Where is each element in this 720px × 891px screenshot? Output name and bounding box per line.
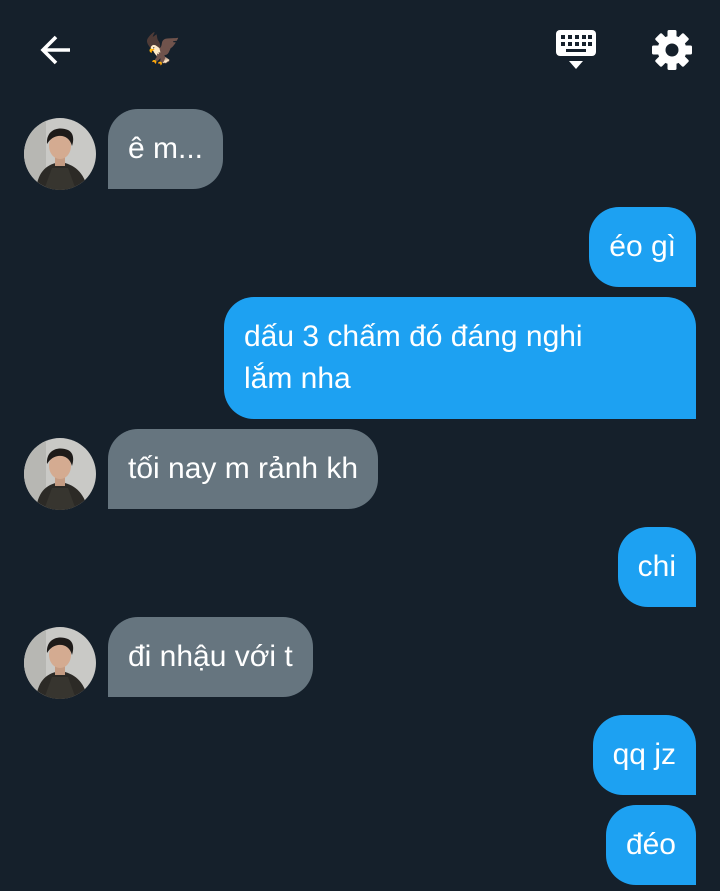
outgoing-message[interactable]: đéo	[605, 805, 696, 885]
incoming-message[interactable]: đi nhậu với t	[108, 617, 313, 697]
outgoing-message[interactable]: qq jz	[592, 715, 696, 795]
keyboard-shortcuts-button[interactable]	[552, 26, 600, 78]
outgoing-message[interactable]: éo gì	[589, 207, 696, 287]
avatar[interactable]	[24, 118, 96, 190]
keyboard-icon	[556, 30, 596, 69]
gear-icon	[652, 30, 692, 70]
incoming-message[interactable]: tối nay m rảnh kh	[108, 429, 379, 509]
incoming-message[interactable]: ê m...	[108, 109, 224, 189]
avatar[interactable]	[24, 438, 96, 510]
arrow-left-icon	[40, 35, 70, 65]
settings-button[interactable]	[646, 24, 698, 76]
outgoing-message[interactable]: chi	[617, 527, 696, 607]
outgoing-message[interactable]: dấu 3 chấm đó đáng nghi lắm nha	[224, 297, 696, 419]
avatar[interactable]	[24, 627, 96, 699]
back-button[interactable]	[30, 28, 82, 72]
chat-header: 🦅	[0, 0, 720, 100]
conversation-title-emoji[interactable]: 🦅	[144, 30, 181, 70]
